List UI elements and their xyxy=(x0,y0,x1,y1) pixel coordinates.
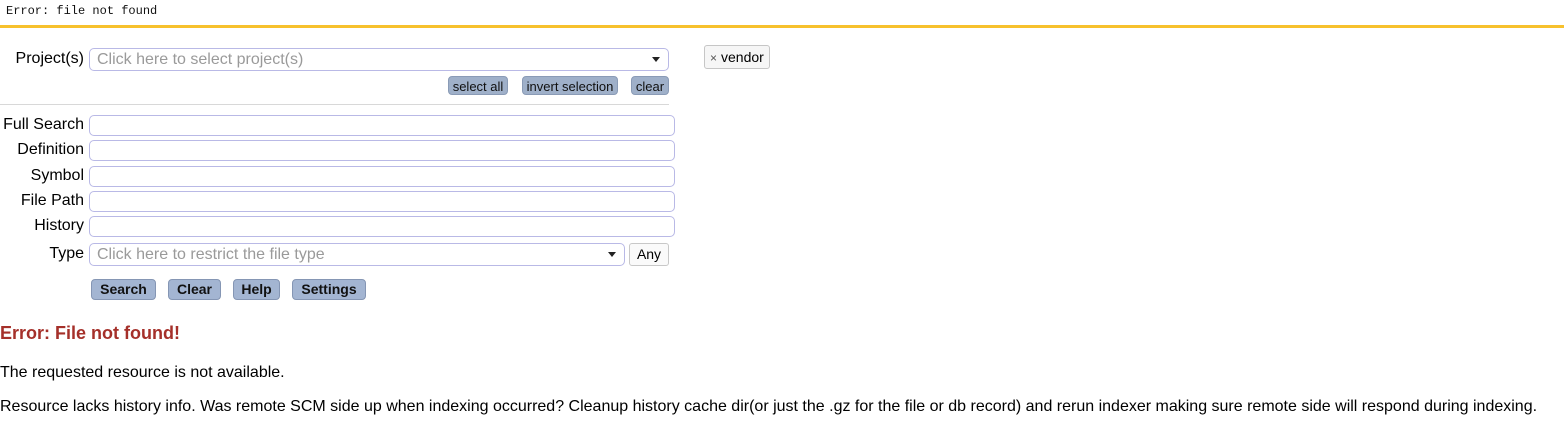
definition-label: Definition xyxy=(17,141,84,158)
type-select[interactable]: Click here to restrict the file type xyxy=(89,243,625,266)
top-status-bar: Error: file not found xyxy=(0,0,1564,28)
projects-select[interactable]: Click here to select project(s) xyxy=(89,48,669,71)
select-all-button[interactable]: select all xyxy=(448,76,508,95)
full-search-label: Full Search xyxy=(3,116,84,133)
projects-placeholder: Click here to select project(s) xyxy=(97,51,304,68)
error-message: The requested resource is not available. xyxy=(0,364,285,381)
chevron-down-icon xyxy=(652,57,660,62)
history-label: History xyxy=(34,217,84,234)
projects-label: Project(s) xyxy=(15,50,84,67)
help-button[interactable]: Help xyxy=(233,279,280,300)
selected-project-label: vendor xyxy=(721,49,764,65)
clear-projects-button[interactable]: clear xyxy=(631,76,669,95)
error-heading: Error: File not found! xyxy=(0,323,180,343)
definition-input[interactable] xyxy=(89,140,675,161)
error-details: Resource lacks history info. Was remote … xyxy=(0,398,1538,415)
selected-project-tag: × vendor xyxy=(704,45,770,69)
symbol-input[interactable] xyxy=(89,166,675,187)
type-placeholder: Click here to restrict the file type xyxy=(97,246,325,263)
invert-selection-button[interactable]: invert selection xyxy=(522,76,618,95)
divider xyxy=(0,104,669,105)
symbol-label: Symbol xyxy=(30,167,84,184)
clear-button[interactable]: Clear xyxy=(168,279,221,300)
history-input[interactable] xyxy=(89,216,675,237)
search-button[interactable]: Search xyxy=(91,279,156,300)
settings-button[interactable]: Settings xyxy=(292,279,366,300)
any-type-button[interactable]: Any xyxy=(629,243,669,266)
remove-tag-icon[interactable]: × xyxy=(710,51,717,65)
status-message: Error: file not found xyxy=(6,4,158,18)
file-path-label: File Path xyxy=(20,192,84,209)
file-path-input[interactable] xyxy=(89,191,675,212)
chevron-down-icon xyxy=(608,252,616,257)
full-search-input[interactable] xyxy=(89,115,675,136)
type-label: Type xyxy=(49,245,84,262)
